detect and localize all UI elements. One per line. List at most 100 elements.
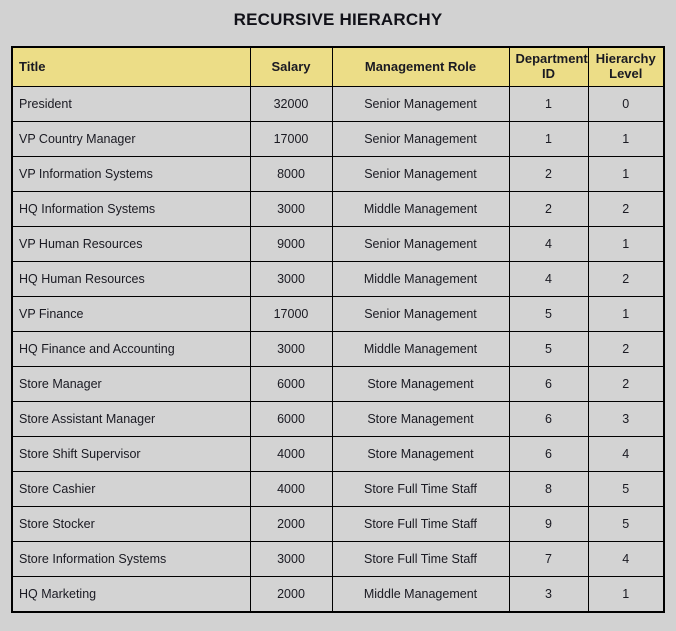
cell-department-id: 2: [508, 191, 589, 227]
cell-hierarchy-level: 1: [587, 296, 665, 332]
cell-department-id: 9: [508, 506, 589, 542]
cell-department-id: 6: [508, 436, 589, 472]
column-header-title: Title: [11, 46, 251, 87]
cell-title: Store Cashier: [11, 471, 251, 507]
table-header: Title Salary Management Role Department …: [11, 46, 665, 87]
column-header-salary: Salary: [249, 46, 333, 87]
cell-department-id: 6: [508, 366, 589, 402]
table-row: Store Assistant Manager 6000 Store Managem…: [11, 401, 665, 437]
cell-salary: 3000: [249, 331, 333, 367]
table-row: HQ Marketing 2000 Middle Management 3 1: [11, 576, 665, 613]
cell-hierarchy-level: 1: [587, 576, 665, 613]
table-header-row: Title Salary Management Role Department …: [11, 46, 665, 87]
cell-department-id: 6: [508, 401, 589, 437]
cell-salary: 17000: [249, 121, 333, 157]
cell-salary: 4000: [249, 471, 333, 507]
column-header-management-role: Management Role: [331, 46, 510, 87]
cell-title: Store Manager: [11, 366, 251, 402]
cell-salary: 3000: [249, 261, 333, 297]
cell-management-role: Senior Management: [331, 121, 510, 157]
cell-management-role: Senior Management: [331, 226, 510, 262]
table-row: Store Cashier 4000 Store Full Time Staff 8 5: [11, 471, 665, 507]
cell-hierarchy-level: 2: [587, 191, 665, 227]
cell-title: HQ Human Resources: [11, 261, 251, 297]
cell-department-id: 2: [508, 156, 589, 192]
table-body: President 32000 Senior Management 1 0 VP Coun…: [11, 86, 665, 613]
table-row: HQ Finance and Accounting 3000 Middle Mana…: [11, 331, 665, 367]
cell-department-id: 5: [508, 331, 589, 367]
cell-salary: 9000: [249, 226, 333, 262]
cell-salary: 8000: [249, 156, 333, 192]
cell-title: VP Country Manager: [11, 121, 251, 157]
table-row: VP Finance 17000 Senior Management 5 1: [11, 296, 665, 332]
cell-salary: 3000: [249, 541, 333, 577]
cell-hierarchy-level: 5: [587, 471, 665, 507]
cell-title: Store Assistant Manager: [11, 401, 251, 437]
cell-title: VP Finance: [11, 296, 251, 332]
cell-management-role: Store Full Time Staff: [331, 471, 510, 507]
cell-management-role: Store Management: [331, 401, 510, 437]
cell-hierarchy-level: 1: [587, 121, 665, 157]
cell-management-role: Senior Management: [331, 86, 510, 122]
cell-hierarchy-level: 4: [587, 541, 665, 577]
table-row: Store Information Systems 3000 Store Full …: [11, 541, 665, 577]
cell-department-id: 4: [508, 261, 589, 297]
table-row: Store Manager 6000 Store Management 6 2: [11, 366, 665, 402]
cell-hierarchy-level: 4: [587, 436, 665, 472]
cell-department-id: 8: [508, 471, 589, 507]
cell-salary: 6000: [249, 401, 333, 437]
cell-title: HQ Marketing: [11, 576, 251, 613]
cell-department-id: 1: [508, 86, 589, 122]
cell-salary: 17000: [249, 296, 333, 332]
table-row: HQ Human Resources 3000 Middle Management 4…: [11, 261, 665, 297]
cell-title: Store Information Systems: [11, 541, 251, 577]
column-header-department-id: Department ID: [508, 46, 589, 87]
cell-hierarchy-level: 2: [587, 366, 665, 402]
hierarchy-table: Title Salary Management Role Department …: [11, 46, 665, 613]
cell-hierarchy-level: 5: [587, 506, 665, 542]
cell-management-role: Middle Management: [331, 331, 510, 367]
cell-management-role: Store Full Time Staff: [331, 541, 510, 577]
cell-department-id: 1: [508, 121, 589, 157]
cell-title: HQ Finance and Accounting: [11, 331, 251, 367]
cell-management-role: Store Management: [331, 436, 510, 472]
cell-hierarchy-level: 2: [587, 331, 665, 367]
cell-salary: 6000: [249, 366, 333, 402]
cell-salary: 32000: [249, 86, 333, 122]
table-row: Store Shift Supervisor 4000 Store Manageme…: [11, 436, 665, 472]
cell-salary: 4000: [249, 436, 333, 472]
cell-title: Store Shift Supervisor: [11, 436, 251, 472]
cell-salary: 2000: [249, 576, 333, 613]
table-row: HQ Information Systems 3000 Middle Managem…: [11, 191, 665, 227]
hierarchy-table-container: Title Salary Management Role Department …: [11, 46, 665, 613]
cell-department-id: 7: [508, 541, 589, 577]
cell-title: VP Information Systems: [11, 156, 251, 192]
table-row: VP Country Manager 17000 Senior Management…: [11, 121, 665, 157]
cell-management-role: Middle Management: [331, 191, 510, 227]
report-page: RECURSIVE HIERARCHY Title Salary Managem…: [0, 0, 676, 631]
page-title: RECURSIVE HIERARCHY: [233, 10, 443, 29]
table-row: President 32000 Senior Management 1 0: [11, 86, 665, 122]
cell-department-id: 5: [508, 296, 589, 332]
cell-management-role: Store Management: [331, 366, 510, 402]
cell-salary: 2000: [249, 506, 333, 542]
table-row: Store Stocker 2000 Store Full Time Staff 9 5: [11, 506, 665, 542]
table-row: VP Information Systems 8000 Senior Managem…: [11, 156, 665, 192]
cell-management-role: Middle Management: [331, 261, 510, 297]
column-header-hierarchy-level: Hierarchy Level: [587, 46, 665, 87]
cell-hierarchy-level: 3: [587, 401, 665, 437]
cell-title: President: [11, 86, 251, 122]
cell-hierarchy-level: 2: [587, 261, 665, 297]
cell-hierarchy-level: 0: [587, 86, 665, 122]
cell-management-role: Senior Management: [331, 156, 510, 192]
cell-salary: 3000: [249, 191, 333, 227]
cell-management-role: Middle Management: [331, 576, 510, 613]
cell-department-id: 4: [508, 226, 589, 262]
cell-title: VP Human Resources: [11, 226, 251, 262]
cell-department-id: 3: [508, 576, 589, 613]
table-row: VP Human Resources 9000 Senior Management 4…: [11, 226, 665, 262]
cell-management-role: Store Full Time Staff: [331, 506, 510, 542]
cell-management-role: Senior Management: [331, 296, 510, 332]
cell-hierarchy-level: 1: [587, 156, 665, 192]
cell-hierarchy-level: 1: [587, 226, 665, 262]
